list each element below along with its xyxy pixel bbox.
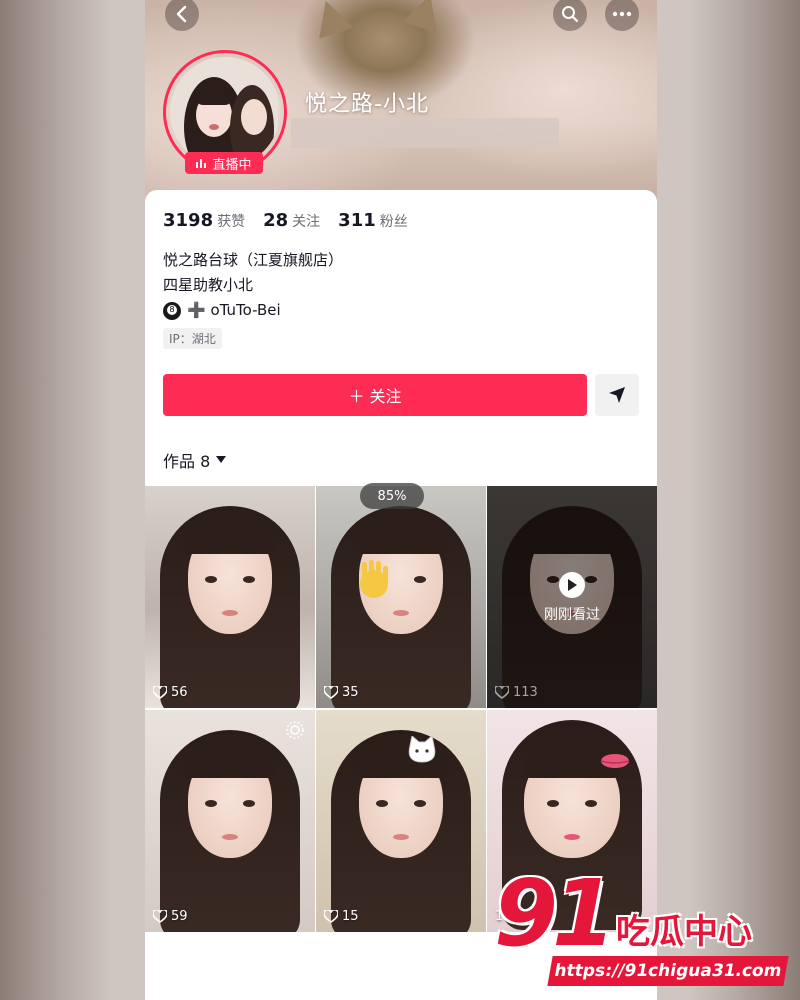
stats-row: 3198 获赞 28 关注 311 粉丝 [163, 210, 408, 231]
stat-followers[interactable]: 311 粉丝 [338, 210, 408, 231]
bio: 悦之路台球（江夏旗舰店） 四星助教小北 ➕ oTuTo-Bei [163, 248, 343, 323]
bio-line: ➕ oTuTo-Bei [163, 298, 343, 323]
bio-line-text: ➕ oTuTo-Bei [187, 301, 281, 319]
zoom-indicator: 85% [360, 483, 424, 509]
play-icon [568, 579, 577, 591]
search-icon [562, 6, 579, 23]
like-count: 35 [324, 685, 359, 700]
avatar-image [170, 57, 280, 167]
video-tile[interactable]: 15 [316, 710, 486, 932]
heart-icon [324, 910, 338, 923]
follow-button[interactable]: ＋ 关注 [163, 374, 587, 416]
live-badge[interactable]: 直播中 [185, 152, 263, 174]
eight-ball-icon [163, 301, 181, 320]
like-count-value: 56 [171, 685, 188, 700]
bio-line: 四星助教小北 [163, 276, 254, 294]
cat-ear [402, 0, 448, 33]
video-tile[interactable]: 115 [487, 710, 657, 932]
like-count-value: 35 [342, 685, 359, 700]
video-tile[interactable]: 35 [316, 486, 486, 708]
recently-viewed-label: 刚刚看过 [544, 607, 600, 623]
heart-icon [324, 686, 338, 699]
hand-emoji-icon [360, 560, 388, 598]
like-count: 115 [495, 909, 520, 924]
recently-viewed-overlay: 刚刚看过 [487, 486, 657, 708]
cat-ear [308, 0, 354, 39]
profile-screen: 直播中 悦之路-小北 3198 获赞 28 关注 311 粉丝 悦之路台球（江夏旗舰店… [145, 0, 657, 1000]
like-count-value: 113 [513, 685, 538, 700]
stat-following[interactable]: 28 关注 [263, 210, 320, 231]
share-button[interactable] [595, 374, 639, 416]
send-icon [609, 387, 625, 403]
like-count: 15 [324, 909, 359, 924]
avatar-photo [170, 57, 278, 167]
like-count-value: 115 [495, 909, 520, 924]
stat-likes[interactable]: 3198 获赞 [163, 210, 245, 231]
chevron-left-icon [176, 5, 187, 23]
like-count: 113 [495, 685, 538, 700]
video-tile[interactable]: 刚刚看过 113 [487, 486, 657, 708]
kiss-sticker-icon [600, 754, 630, 768]
profile-info-card: 3198获赞 28关注 311粉丝 悦之路台球（江夏旗舰店） 四星助教小北 ➕ … [145, 190, 657, 486]
more-icon [612, 11, 632, 17]
video-tile[interactable]: 59 [145, 710, 315, 932]
like-count: 59 [153, 909, 188, 924]
play-button[interactable] [559, 572, 585, 598]
tab-works[interactable]: 作品 8 [163, 448, 227, 472]
video-tile[interactable]: 56 [145, 486, 315, 708]
live-bars-icon [196, 159, 207, 168]
heart-icon [495, 686, 509, 699]
like-count: 56 [153, 685, 188, 700]
live-photo-icon [286, 721, 304, 739]
follow-button-label: ＋ 关注 [348, 387, 402, 406]
heart-icon [153, 910, 167, 923]
bio-line: 悦之路台球（江夏旗舰店） [163, 251, 344, 269]
video-grid: 56 35 刚刚看过 113 59 15 115 [145, 486, 657, 932]
blurred-text [291, 118, 559, 148]
heart-icon [153, 686, 167, 699]
cat-sticker-icon [408, 736, 436, 763]
live-badge-label: 直播中 [212, 157, 252, 173]
tab-works-label: 作品 8 [163, 452, 211, 471]
nickname: 悦之路-小北 [305, 92, 429, 117]
ip-location: IP：湖北 [163, 328, 222, 349]
caret-down-icon [216, 456, 227, 463]
like-count-value: 59 [171, 909, 188, 924]
like-count-value: 15 [342, 909, 359, 924]
